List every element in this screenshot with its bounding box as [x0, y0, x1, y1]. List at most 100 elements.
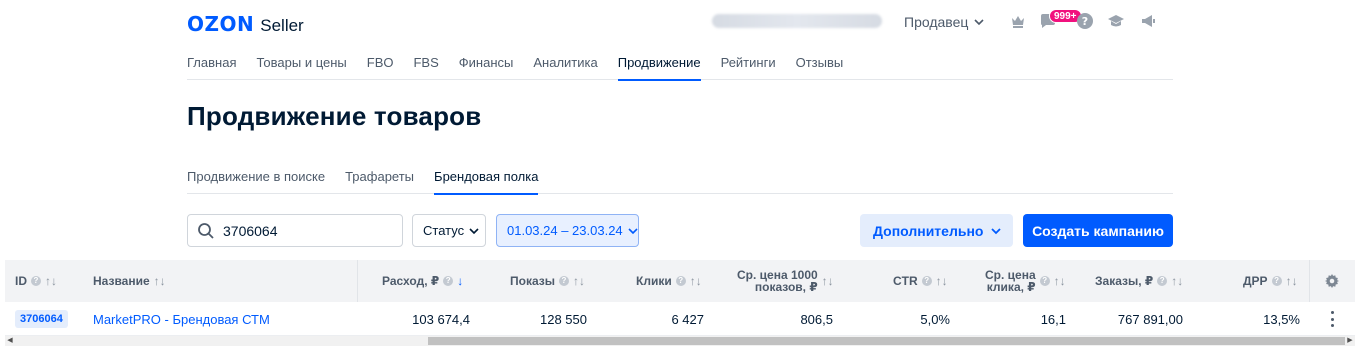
column-label: Заказы, ₽: [1095, 274, 1154, 288]
nav-item-fbo[interactable]: FBO: [367, 46, 394, 80]
date-range-label: 01.03.24 – 23.03.24: [507, 223, 623, 238]
scroll-left-icon[interactable]: ◀: [5, 336, 15, 346]
nav-item-products[interactable]: Товары и цены: [256, 46, 346, 80]
role-selector[interactable]: Продавец: [904, 14, 984, 30]
chevron-down-icon: [628, 227, 638, 234]
cell-ctr: 5,0%: [920, 311, 950, 327]
sort-icon[interactable]: ↑↓: [936, 274, 948, 288]
column-header-ctr[interactable]: CTR ? ↑↓: [893, 260, 948, 302]
cell-orders: 767 891,00: [1117, 311, 1183, 327]
chevron-down-icon: [469, 227, 479, 234]
help-icon[interactable]: ?: [1076, 12, 1094, 30]
main-nav: Главная Товары и цены FBO FBS Финансы Ан…: [187, 46, 1173, 81]
sort-icon[interactable]: ↑↓: [1054, 274, 1066, 288]
info-icon[interactable]: ?: [443, 276, 454, 286]
svg-text:?: ?: [1082, 15, 1088, 28]
sort-icon[interactable]: ↑↓: [822, 274, 834, 288]
tab-brand-shelf[interactable]: Брендовая полка: [434, 158, 539, 195]
search-field[interactable]: [187, 214, 403, 247]
column-label: Ср. цена клика, ₽: [985, 268, 1036, 294]
account-name-blurred[interactable]: [712, 14, 882, 28]
campaign-id-tag[interactable]: 3706064: [15, 310, 68, 328]
table-row[interactable]: 3706064 MarketPRO - Брендовая СТМ 103 67…: [5, 302, 1355, 336]
nav-item-promotion[interactable]: Продвижение: [617, 46, 701, 81]
cell-clicks: 6 427: [671, 311, 704, 327]
nav-item-main[interactable]: Главная: [187, 46, 236, 80]
horizontal-scrollbar[interactable]: ◀ ▶: [5, 336, 1355, 346]
column-header-impressions[interactable]: Показы ? ↑↓: [510, 260, 585, 302]
sort-desc-icon[interactable]: ↓: [457, 274, 463, 288]
column-label: Ср. цена 1000 показов, ₽: [737, 268, 818, 294]
column-header-cpm[interactable]: Ср. цена 1000 показов, ₽ ↑↓: [737, 260, 834, 302]
logo-brand: OZON: [187, 12, 255, 36]
info-icon[interactable]: ?: [675, 276, 686, 286]
cell-name[interactable]: MarketPRO - Брендовая СТМ: [93, 302, 270, 336]
scroll-right-icon[interactable]: ▶: [1345, 336, 1355, 346]
column-header-name[interactable]: Название ↑↓: [93, 260, 166, 302]
info-icon[interactable]: ?: [559, 276, 569, 286]
cell-cpc: 16,1: [1040, 311, 1066, 327]
cell-id[interactable]: 3706064: [15, 302, 68, 336]
column-header-orders[interactable]: Заказы, ₽ ? ↑↓: [1095, 260, 1183, 302]
info-icon[interactable]: ?: [1157, 276, 1168, 286]
sort-icon[interactable]: ↑↓: [154, 274, 166, 288]
column-header-id[interactable]: ID ? ↑↓: [15, 260, 57, 302]
cell-impressions: 128 550: [540, 311, 587, 327]
cell-drr: 13,5%: [1263, 311, 1300, 327]
gear-icon[interactable]: [1325, 274, 1339, 288]
column-divider: [1309, 260, 1310, 302]
tab-stencils[interactable]: Трафареты: [345, 158, 414, 194]
date-range-picker[interactable]: 01.03.24 – 23.03.24: [496, 214, 639, 247]
column-header-spend[interactable]: Расход, ₽ ? ↓: [382, 260, 463, 302]
column-label: Клики: [636, 274, 672, 288]
sort-icon[interactable]: ↑↓: [1171, 274, 1183, 288]
top-header: OZON Seller Продавец 999+ ?: [187, 0, 1173, 46]
announcement-icon[interactable]: [1139, 12, 1157, 30]
column-label: Название: [93, 274, 150, 288]
table-header: ID ? ↑↓ Название ↑↓ Расход, ₽ ? ↓ Показы…: [5, 260, 1355, 302]
column-label: ДРР: [1243, 274, 1268, 288]
column-label: ID: [15, 274, 27, 288]
crown-icon[interactable]: [1009, 12, 1027, 30]
info-icon[interactable]: ?: [1271, 276, 1282, 286]
sort-icon[interactable]: ↑↓: [1286, 274, 1298, 288]
status-filter-label: Статус: [423, 223, 465, 238]
more-options-label: Дополнительно: [873, 222, 984, 239]
create-campaign-button[interactable]: Создать кампанию: [1023, 214, 1173, 247]
more-options-button[interactable]: Дополнительно: [860, 214, 1013, 247]
column-header-cpc[interactable]: Ср. цена клика, ₽ ? ↑↓: [985, 260, 1066, 302]
nav-item-reviews[interactable]: Отзывы: [796, 46, 844, 80]
nav-item-analytics[interactable]: Аналитика: [533, 46, 597, 80]
promotion-tabs: Продвижение в поиске Трафареты Брендовая…: [187, 158, 1173, 195]
ozon-seller-logo[interactable]: OZON Seller: [187, 12, 304, 36]
role-label: Продавец: [904, 14, 969, 30]
info-icon[interactable]: ?: [921, 276, 932, 286]
scrollbar-thumb[interactable]: [428, 337, 1345, 345]
campaign-name-link[interactable]: MarketPRO - Брендовая СТМ: [93, 312, 270, 327]
column-label: Показы: [510, 274, 555, 288]
tab-search-promotion[interactable]: Продвижение в поиске: [187, 158, 325, 194]
row-menu-icon[interactable]: [1325, 311, 1339, 327]
column-label: CTR: [893, 274, 918, 288]
column-header-drr[interactable]: ДРР ? ↑↓: [1243, 260, 1298, 302]
info-icon[interactable]: ?: [31, 276, 41, 286]
sort-icon[interactable]: ↑↓: [690, 274, 702, 288]
graduation-icon[interactable]: [1107, 12, 1125, 30]
logo-product: Seller: [260, 16, 304, 35]
cell-spend: 103 674,4: [412, 311, 470, 327]
cell-cpm: 806,5: [800, 311, 833, 327]
chevron-down-icon: [974, 19, 984, 26]
column-header-clicks[interactable]: Клики ? ↑↓: [636, 260, 702, 302]
search-icon: [198, 222, 214, 239]
search-input[interactable]: [223, 222, 393, 239]
column-divider: [357, 260, 358, 302]
info-icon[interactable]: ?: [1039, 276, 1050, 286]
page-title: Продвижение товаров: [187, 101, 482, 131]
nav-item-ratings[interactable]: Рейтинги: [721, 46, 776, 80]
status-filter[interactable]: Статус: [412, 214, 486, 247]
nav-item-fbs[interactable]: FBS: [413, 46, 438, 80]
nav-item-finance[interactable]: Финансы: [459, 46, 514, 80]
sort-icon[interactable]: ↑↓: [45, 274, 57, 288]
sort-icon[interactable]: ↑↓: [573, 274, 585, 288]
chevron-down-icon: [991, 227, 1002, 234]
